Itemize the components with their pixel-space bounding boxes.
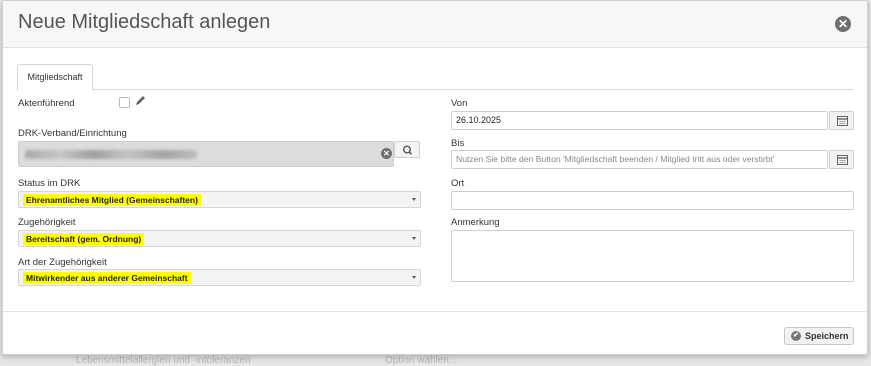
footer-divider xyxy=(3,311,867,312)
search-button[interactable] xyxy=(394,141,420,158)
pencil-icon xyxy=(136,96,145,105)
ort-input[interactable] xyxy=(451,191,854,210)
save-button[interactable]: ✔ Speichern xyxy=(784,327,854,345)
bis-date-input[interactable]: Nutzen Sie bitte den Button 'Mitgliedsch… xyxy=(451,150,828,169)
art-label: Art der Zugehörigkeit xyxy=(18,257,107,268)
anmerkung-textarea[interactable] xyxy=(451,230,854,282)
von-calendar-button[interactable] xyxy=(829,111,854,130)
background-select: Option wählen... xyxy=(385,355,458,366)
bis-calendar-button[interactable] xyxy=(829,150,854,169)
ort-label: Ort xyxy=(451,178,465,189)
aktenfuehrend-label: Aktenführend xyxy=(18,98,75,109)
clear-icon[interactable]: ✕ xyxy=(381,148,392,159)
search-icon xyxy=(402,145,413,155)
blurred-value xyxy=(25,150,197,159)
save-button-label: Speichern xyxy=(805,331,849,341)
background-label: Lebensmittelallergien und -intoleranzen xyxy=(76,355,251,366)
membership-dialog: Neue Mitgliedschaft anlegen ✕ Mitgliedsc… xyxy=(2,0,868,355)
status-select[interactable]: Ehrenamtliches Mitglied (Gemeinschaften) xyxy=(18,191,421,208)
chevron-down-icon xyxy=(412,237,416,240)
drk-label: DRK-Verband/Einrichtung xyxy=(18,128,127,139)
calendar-icon xyxy=(837,116,848,126)
dialog-header: Neue Mitgliedschaft anlegen ✕ xyxy=(3,1,867,48)
bis-label: Bis xyxy=(451,138,465,149)
aktenfuehrend-checkbox[interactable] xyxy=(119,97,130,108)
close-icon[interactable]: ✕ xyxy=(835,16,851,32)
chevron-down-icon xyxy=(412,276,416,279)
zugehoerigkeit-value: Bereitschaft (gem. Ordnung) xyxy=(23,233,145,245)
anmerkung-label: Anmerkung xyxy=(451,217,500,228)
check-circle-icon: ✔ xyxy=(791,331,801,341)
art-value: Mitwirkender aus anderer Gemeinschaft xyxy=(23,272,191,284)
art-select[interactable]: Mitwirkender aus anderer Gemeinschaft xyxy=(18,269,421,286)
drk-field[interactable]: ✕ xyxy=(18,141,394,167)
tab-bar: Mitgliedschaft xyxy=(17,64,853,91)
tab-mitgliedschaft[interactable]: Mitgliedschaft xyxy=(17,64,93,91)
zugehoerigkeit-label: Zugehörigkeit xyxy=(18,217,76,228)
von-date-input[interactable]: 26.10.2025 xyxy=(451,111,828,130)
dialog-title: Neue Mitgliedschaft anlegen xyxy=(18,11,271,33)
zugehoerigkeit-select[interactable]: Bereitschaft (gem. Ordnung) xyxy=(18,230,421,247)
von-label: Von xyxy=(451,98,468,109)
status-value: Ehrenamtliches Mitglied (Gemeinschaften) xyxy=(23,194,201,206)
calendar-icon xyxy=(837,155,848,165)
chevron-down-icon xyxy=(412,198,416,201)
status-label: Status im DRK xyxy=(18,178,81,189)
